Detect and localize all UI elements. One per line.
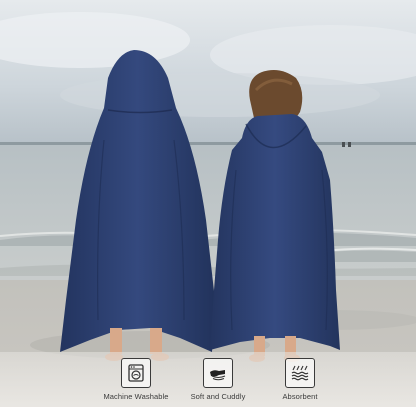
- child-hair: [249, 70, 303, 118]
- feature-absorbent: Absorbent: [252, 358, 348, 401]
- beach-photo: [0, 0, 416, 407]
- feature-strip: Machine Washable Soft and Cuddly Absorbe…: [0, 352, 416, 407]
- horizon-line: [0, 142, 416, 145]
- washing-machine-icon: [121, 358, 151, 388]
- distant-figure: [348, 142, 351, 147]
- water-absorb-icon: [285, 358, 315, 388]
- left-leg: [110, 328, 122, 354]
- hand-towel-icon: [203, 358, 233, 388]
- distant-figure: [342, 142, 345, 147]
- right-leg: [150, 328, 162, 354]
- feature-label: Absorbent: [282, 392, 318, 401]
